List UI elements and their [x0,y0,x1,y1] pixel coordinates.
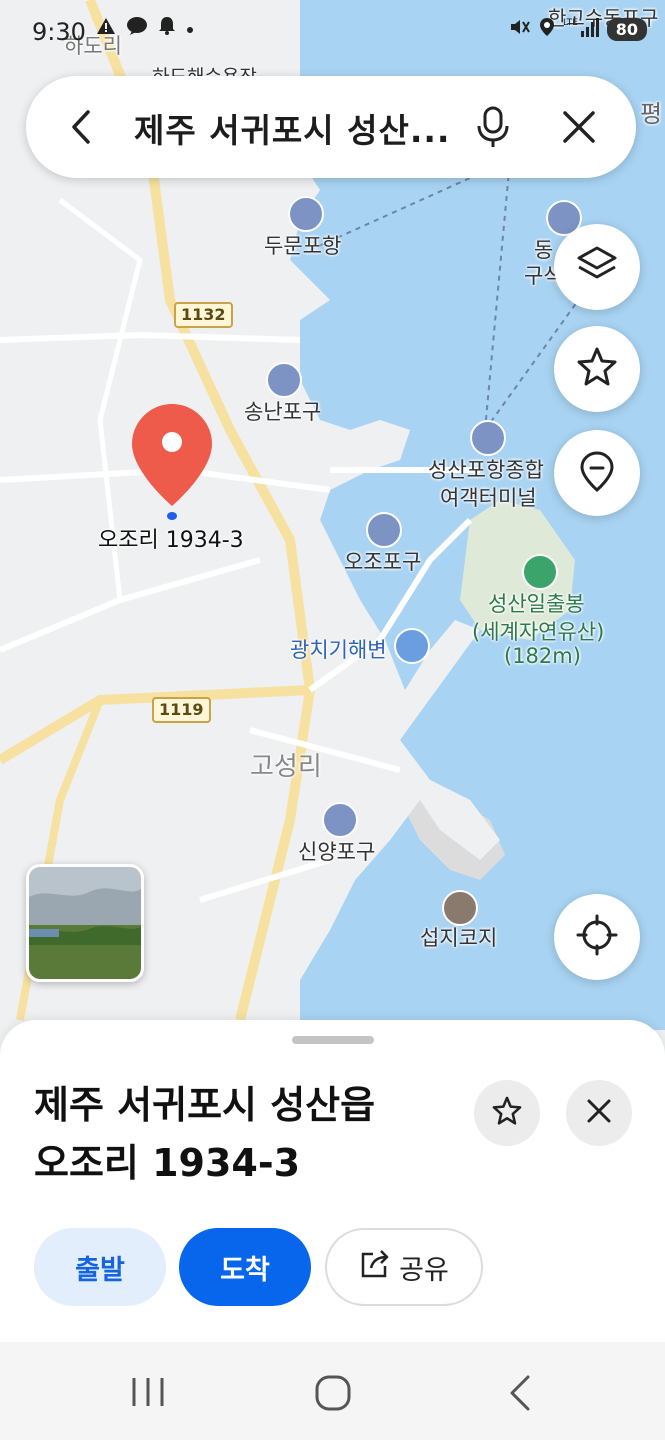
close-icon [585,1097,613,1129]
place-detail-sheet[interactable]: 제주 서귀포시 성산읍 오조리 1934-3 출발 도착 공유 [0,1020,665,1342]
road-number-tag: 1132 [174,302,233,328]
port-marker-icon[interactable] [288,196,324,232]
place-label-seongsan-terminal-2[interactable]: 여객터미널 [440,482,537,512]
layers-icon [575,243,619,291]
address-line-2: 오조리 1934-3 [34,1141,301,1185]
crosshair-icon [575,913,619,961]
sheet-drag-handle[interactable] [292,1036,374,1044]
map-pin-outline-icon [577,449,617,497]
saved-places-button[interactable] [554,430,640,516]
port-marker-icon[interactable] [470,420,506,456]
place-label-songnan[interactable]: 송난포구 [244,396,321,426]
home-icon[interactable] [314,1374,352,1416]
place-label-ojo-port[interactable]: 오조포구 [344,546,421,576]
place-label-seongsan-terminal-1[interactable]: 성산포항종합 [428,454,544,484]
warning-icon [96,16,116,40]
battery-indicator: 80 [606,17,647,41]
back-arrow-icon[interactable] [62,106,104,148]
location-icon [539,17,555,41]
address-line-1: 제주 서귀포시 성산읍 [34,1083,376,1127]
depart-button[interactable]: 출발 [34,1228,166,1306]
place-address: 제주 서귀포시 성산읍 오조리 1934-3 [34,1076,375,1192]
system-nav-bar [0,1342,665,1440]
landmark-marker-icon[interactable] [442,890,478,926]
favorites-button[interactable] [554,326,640,412]
star-icon [491,1095,523,1131]
road-number-tag: 1119 [152,697,211,723]
layers-button[interactable] [554,224,640,310]
star-icon [575,345,619,393]
place-label-goseong[interactable]: 고성리 [250,746,322,783]
share-label: 공유 [399,1254,449,1286]
share-icon [359,1248,391,1287]
status-bar: 9:30 LTE 80 [0,0,665,62]
status-time: 9:30 [32,18,86,46]
location-pin-icon[interactable] [130,402,214,526]
beach-marker-icon[interactable] [394,628,430,664]
place-label-seopjikoji[interactable]: 섭지코지 [420,922,497,952]
search-query[interactable]: 제주 서귀포시 성산... [134,104,450,152]
search-bar[interactable]: 제주 서귀포시 성산... [26,76,636,178]
port-marker-icon[interactable] [366,512,402,548]
clear-search-icon[interactable] [558,106,600,148]
my-location-button[interactable] [554,894,640,980]
mountain-marker-icon[interactable] [522,554,558,590]
place-label-gwangchigi[interactable]: 광치기해변 [290,634,387,664]
place-label-ilchulbong-1[interactable]: 성산일출봉 [488,588,585,618]
save-favorite-button[interactable] [474,1080,540,1146]
lte-signal-icon: LTE [563,16,599,42]
mute-icon [509,17,531,41]
close-sheet-button[interactable] [566,1080,632,1146]
place-label-dumun[interactable]: 두문포항 [264,230,341,260]
place-label-edge: 평 [640,100,663,128]
talk-icon [126,16,148,40]
arrive-button[interactable]: 도착 [179,1228,311,1306]
street-view-thumbnail[interactable] [26,864,144,982]
bell-icon [158,16,176,40]
place-label-ilchulbong-2[interactable]: (세계자연유산) [472,616,604,646]
port-marker-icon[interactable] [322,802,358,838]
svg-text:LTE: LTE [563,18,578,28]
back-nav-icon[interactable] [504,1374,534,1416]
port-marker-icon[interactable] [266,362,302,398]
microphone-icon[interactable] [470,104,516,150]
place-label-ilchulbong-3[interactable]: (182m) [504,644,581,668]
place-label-sinyang[interactable]: 신양포구 [298,836,375,866]
pin-label[interactable]: 오조리 1934-3 [98,522,244,554]
share-button[interactable]: 공유 [325,1228,483,1306]
dot-icon [186,19,194,38]
recent-apps-icon[interactable] [130,1376,166,1412]
